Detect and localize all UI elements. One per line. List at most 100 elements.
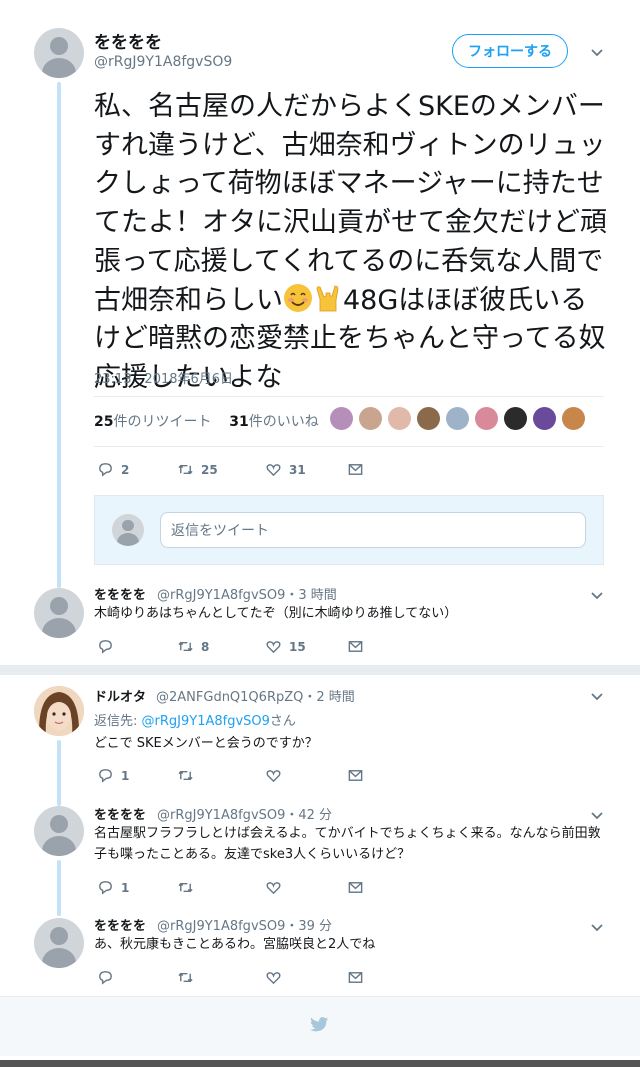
liker-avatar[interactable] xyxy=(446,407,469,430)
like-count: 31 xyxy=(229,414,249,430)
retweet-label: 件のリツイート xyxy=(113,414,212,430)
reply-icon xyxy=(99,640,112,654)
rock-hand-icon xyxy=(316,285,339,311)
reply-button[interactable] xyxy=(97,638,177,655)
tweet-timestamp[interactable]: 23:13 - 2018年6月6日 xyxy=(94,368,233,387)
reply-author-name[interactable]: ドルオタ xyxy=(94,686,146,705)
reply-author-name[interactable]: をををを xyxy=(94,804,146,823)
reply-to-line: 返信先: @rRgJ9Y1A8fgvSO9さん xyxy=(94,714,296,729)
retweet-button[interactable] xyxy=(177,879,265,896)
thread-line xyxy=(57,740,61,806)
retweet-icon xyxy=(178,464,193,475)
divider xyxy=(94,446,604,447)
liker-avatar[interactable] xyxy=(562,407,585,430)
retweet-button[interactable] xyxy=(177,767,265,784)
reply-icon xyxy=(99,769,112,783)
like-button[interactable] xyxy=(265,767,347,784)
message-button[interactable] xyxy=(347,879,364,896)
liker-avatar[interactable] xyxy=(533,407,556,430)
reply-author-name[interactable]: をををを xyxy=(94,584,146,603)
like-button[interactable] xyxy=(265,879,347,896)
avatar[interactable] xyxy=(34,806,84,856)
retweet-button[interactable]: 25 xyxy=(177,461,265,478)
reply-author-name[interactable]: をををを xyxy=(94,915,146,934)
reply-button[interactable]: 1 xyxy=(97,767,177,784)
like-button[interactable]: 31 xyxy=(265,461,347,478)
thread-line xyxy=(57,82,61,588)
chevron-down-icon[interactable] xyxy=(590,808,604,822)
author-name[interactable]: をををを xyxy=(94,28,162,53)
message-button[interactable] xyxy=(347,638,364,655)
twitter-bird-icon[interactable] xyxy=(309,1016,329,1034)
reply-button[interactable] xyxy=(97,969,177,986)
reply-button[interactable]: 1 xyxy=(97,879,177,896)
avatar[interactable] xyxy=(34,686,84,736)
like-button[interactable]: 15 xyxy=(265,638,347,655)
thread-line xyxy=(57,860,61,916)
reply-meta[interactable]: @rRgJ9Y1A8fgvSO9・39 分 xyxy=(157,915,332,934)
section-divider xyxy=(0,665,640,675)
avatar[interactable] xyxy=(34,588,84,638)
envelope-icon xyxy=(348,464,363,475)
bottom-bar xyxy=(0,1060,640,1067)
heart-icon xyxy=(266,641,281,654)
like-label: 件のいいね xyxy=(248,414,319,430)
avatar[interactable] xyxy=(34,28,84,78)
tweet-actions: 2 25 31 xyxy=(97,461,364,478)
avatar[interactable] xyxy=(34,918,84,968)
liker-avatar[interactable] xyxy=(504,407,527,430)
retweet-icon xyxy=(178,882,193,893)
reply-text: あ、秋元康もきことあるわ。宮脇咲良と2人でね xyxy=(94,937,376,952)
retweet-icon xyxy=(178,770,193,781)
reply-button[interactable]: 2 xyxy=(97,461,177,478)
message-button[interactable] xyxy=(347,767,364,784)
envelope-icon xyxy=(348,641,363,652)
retweet-button[interactable] xyxy=(177,969,265,986)
like-button[interactable] xyxy=(265,969,347,986)
reply-text: 名古屋駅フラフラしとけば会えるよ。てかバイトでちょくちょく来る。なんなら前田敦子… xyxy=(94,826,601,862)
heart-icon xyxy=(266,464,281,477)
retweet-icon xyxy=(178,972,193,983)
envelope-icon xyxy=(348,882,363,893)
reply-icon xyxy=(99,971,112,985)
reply-actions: 1 xyxy=(97,879,364,896)
message-button[interactable] xyxy=(347,969,364,986)
reply-actions: 8 15 xyxy=(97,638,364,655)
reply-text: どこで SKEメンバーと会うのですか？ xyxy=(94,736,318,751)
liker-avatar[interactable] xyxy=(475,407,498,430)
heart-icon xyxy=(266,972,281,985)
retweet-count: 25 xyxy=(94,414,114,430)
liker-avatar[interactable] xyxy=(359,407,382,430)
liker-avatar[interactable] xyxy=(417,407,440,430)
heart-icon xyxy=(266,882,281,895)
heart-icon xyxy=(266,770,281,783)
reply-icon xyxy=(99,463,112,477)
divider xyxy=(94,396,604,397)
reply-actions: 1 xyxy=(97,767,364,784)
reply-to-handle[interactable]: @rRgJ9Y1A8fgvSO9 xyxy=(142,714,270,729)
chevron-down-icon[interactable] xyxy=(590,920,604,934)
retweet-button[interactable]: 8 xyxy=(177,638,265,655)
reply-meta[interactable]: @rRgJ9Y1A8fgvSO9・3 時間 xyxy=(157,584,337,603)
envelope-icon xyxy=(348,770,363,781)
likers-avatars[interactable] xyxy=(330,407,585,430)
smiling-face-icon xyxy=(284,283,312,312)
engagement-stats[interactable]: 25件のリツイート 31件のいいね xyxy=(94,411,319,431)
author-handle[interactable]: @rRgJ9Y1A8fgvSO9 xyxy=(94,54,232,70)
liker-avatar[interactable] xyxy=(388,407,411,430)
chevron-down-icon[interactable] xyxy=(590,588,604,602)
reply-actions xyxy=(97,969,364,986)
chevron-down-icon[interactable] xyxy=(590,45,604,59)
reply-meta[interactable]: @rRgJ9Y1A8fgvSO9・42 分 xyxy=(157,804,332,823)
message-button[interactable] xyxy=(347,461,364,478)
reply-icon xyxy=(99,881,112,895)
reply-input[interactable]: 返信をツイート xyxy=(160,512,586,548)
reply-text: 木崎ゆりあはちゃんとしてたぞ（別に木崎ゆりあ推してない） xyxy=(94,606,458,621)
reply-meta[interactable]: @2ANFGdnQ1Q6RpZQ・2 時間 xyxy=(156,686,355,705)
avatar xyxy=(112,514,144,546)
chevron-down-icon[interactable] xyxy=(590,689,604,703)
retweet-icon xyxy=(178,641,193,652)
follow-button[interactable]: フォローする xyxy=(452,34,568,68)
envelope-icon xyxy=(348,972,363,983)
liker-avatar[interactable] xyxy=(330,407,353,430)
